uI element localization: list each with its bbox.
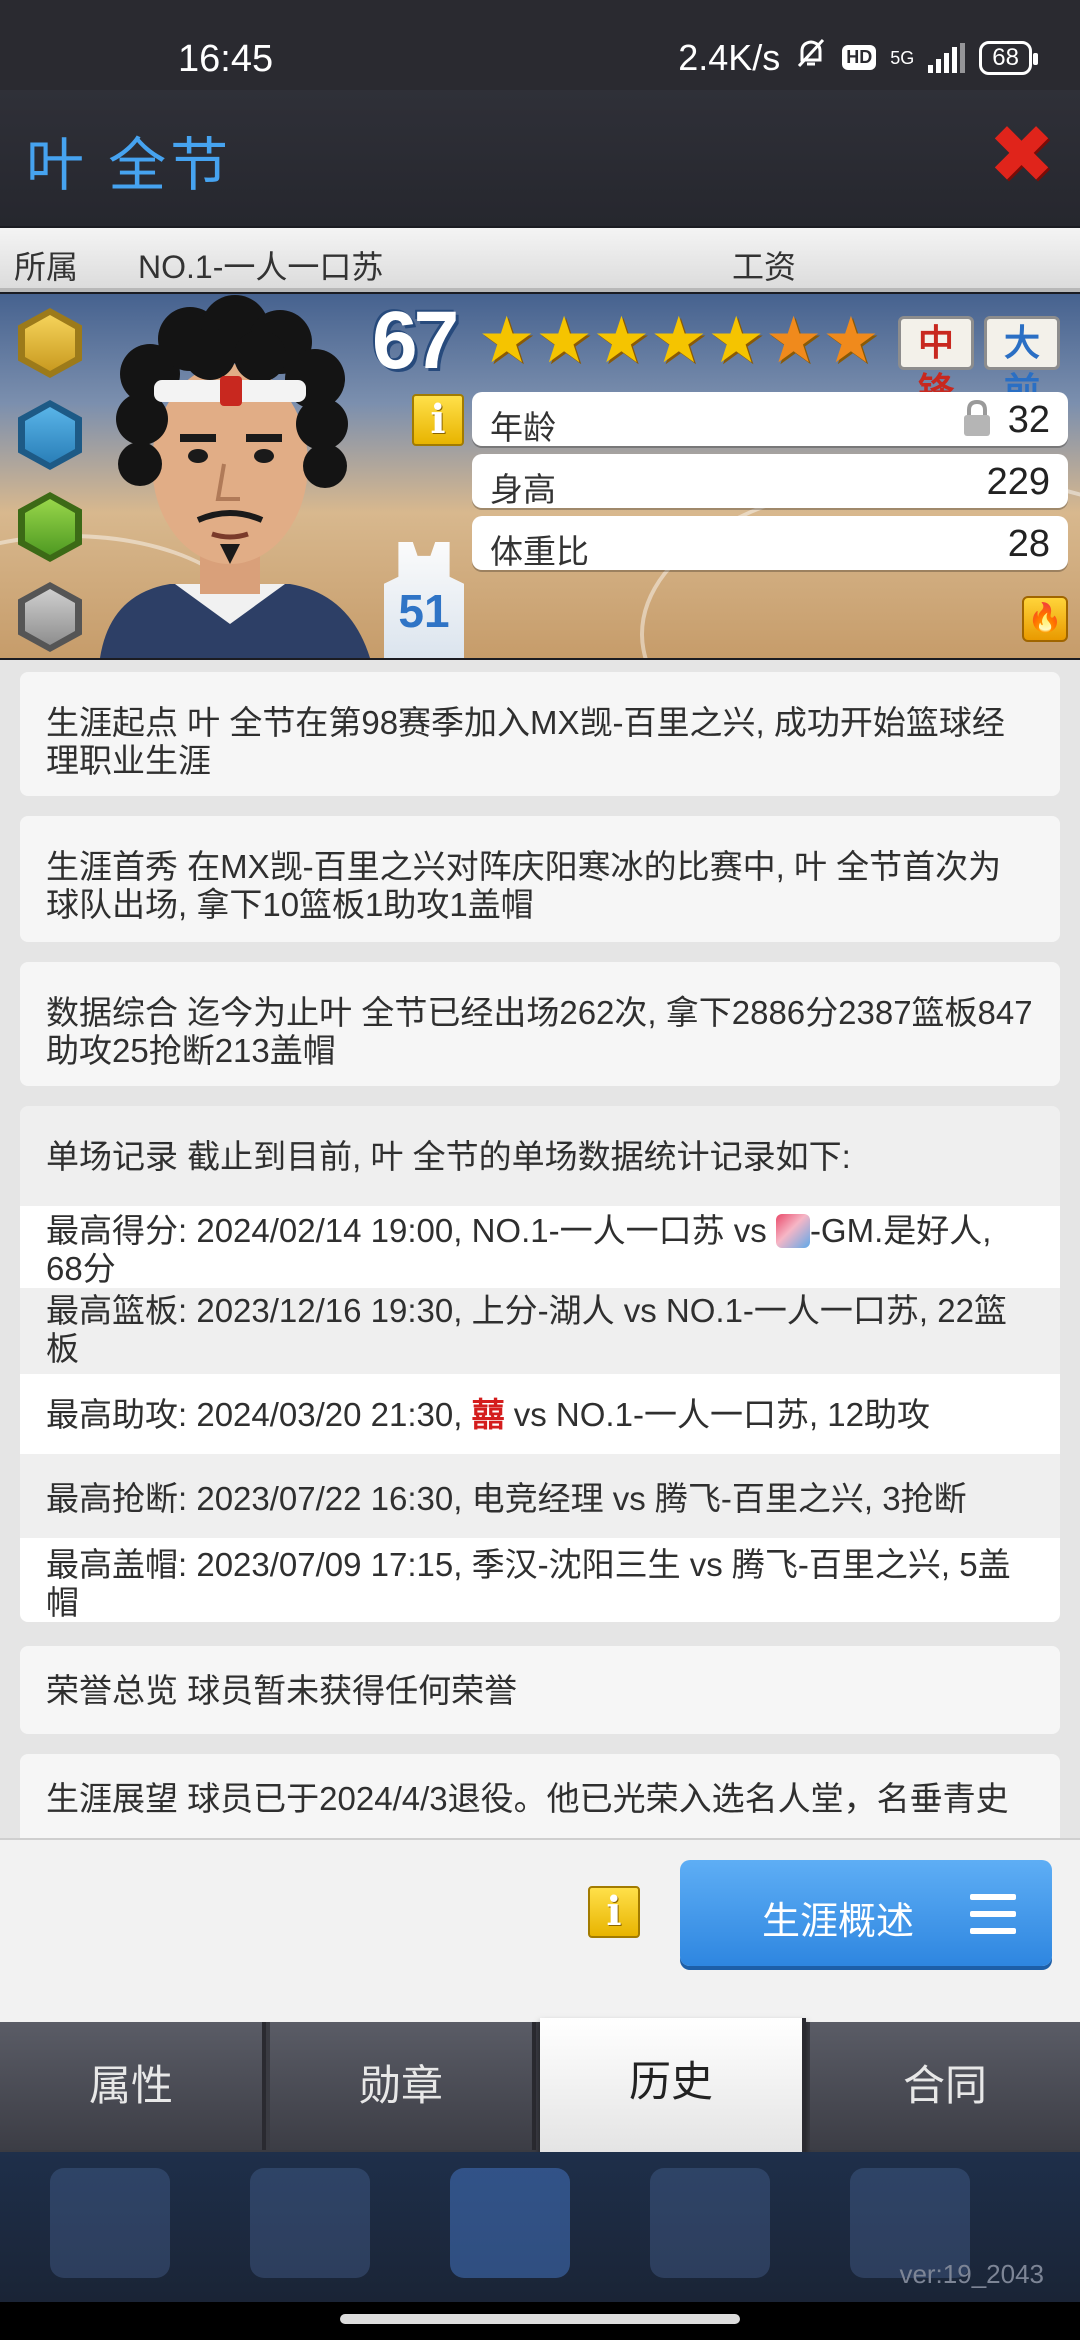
close-button[interactable]: ✖ [988, 115, 1055, 195]
star-rating: ★ ★ ★ ★ ★ ★ ★ [478, 308, 880, 372]
record-row-points: 最高得分: 2024/02/14 19:00, NO.1-一人一口苏 vs -G… [20, 1206, 1060, 1288]
stat-row-height: 身高 229 [472, 454, 1068, 508]
honors-text: 荣誉总览 球员暂未获得任何荣誉 [46, 1672, 518, 1709]
record-rebounds-text: 最高篮板: 2023/12/16 19:30, 上分-湖人 vs NO.1-一人… [46, 1292, 1007, 1367]
career-summary-box: 数据综合 迄今为止叶 全节已经出场262次, 拿下2886分2387篮板847助… [20, 962, 1060, 1086]
title-bar: 叶 全节 ✖ [0, 90, 1080, 226]
player-avatar [100, 295, 370, 658]
affiliation-row: 所属 NO.1-一人一口苏 工资 [0, 228, 1080, 292]
record-assists-text: 最高助攻: 2024/03/20 21:30, [46, 1396, 472, 1433]
career-overview-label: 生涯概述 [762, 1901, 915, 1943]
star-icon: ★ [707, 304, 765, 376]
bottom-dock: ver:19_2043 [0, 2152, 1080, 2302]
dock-team-icon[interactable] [650, 2168, 770, 2278]
dock-currency-icon[interactable] [250, 2168, 370, 2278]
mute-bell-icon [794, 36, 828, 79]
tab-history[interactable]: 历史 [540, 2018, 806, 2152]
info-button[interactable]: i [588, 1886, 640, 1938]
salary-label: 工资 [732, 249, 797, 285]
action-panel: i 生涯概述 [0, 1838, 1080, 2022]
signal-icon [928, 42, 966, 73]
records-intro-text: 单场记录 截止到目前, 叶 全节的单场数据统计记录如下: [46, 1138, 851, 1175]
stat-value: 229 [986, 461, 1050, 503]
stat-label: 体重比 [490, 533, 589, 570]
record-blocks-text: 最高盖帽: 2023/07/09 17:15, 季汉-沈阳三生 vs 腾飞-百里… [46, 1546, 1011, 1621]
career-start-text: 生涯起点 叶 全节在第98赛季加入MX觊-百里之兴, 成功开始篮球经理职业生涯 [46, 704, 1005, 779]
player-info-button[interactable]: i [412, 394, 464, 446]
affiliation-label: 所属 [14, 249, 79, 285]
player-name: 叶 全节 [26, 133, 233, 198]
status-icons: 2.4K/s HD 5G 68 [678, 36, 1038, 79]
career-start-box: 生涯起点 叶 全节在第98赛季加入MX觊-百里之兴, 成功开始篮球经理职业生涯 [20, 672, 1060, 796]
star-icon: ★ [764, 304, 823, 376]
player-gold-badge-icon[interactable] [18, 308, 82, 378]
system-nav-bar [0, 2302, 1080, 2340]
record-steals-text: 最高抢断: 2023/07/22 16:30, 电竞经理 vs 腾飞-百里之兴,… [46, 1480, 967, 1517]
star-icon: ★ [650, 304, 708, 376]
record-row-blocks: 最高盖帽: 2023/07/09 17:15, 季汉-沈阳三生 vs 腾飞-百里… [20, 1538, 1060, 1622]
stat-label: 年龄 [490, 409, 556, 446]
stat-label: 身高 [490, 471, 556, 508]
star-icon: ★ [822, 304, 880, 376]
stat-row-weight-ratio: 体重比 28 [472, 516, 1068, 570]
battery-icon: 68 [979, 40, 1038, 75]
career-debut-text: 生涯首秀 在MX觊-百里之兴对阵庆阳寒冰的比赛中, 叶 全节首次为球队出场, 拿… [46, 848, 1002, 923]
player-card: 67 ★ ★ ★ ★ ★ ★ ★ 中锋 大前 i 年龄 32 身高 229 体重… [0, 294, 1080, 658]
status-bar: 16:45 2.4K/s HD 5G 68 [0, 0, 1080, 90]
version-label: ver:19_2043 [899, 2259, 1044, 2289]
outlook-box: 生涯展望 球员已于2024/4/3退役。他已光荣入选名人堂，名垂青史 [20, 1754, 1060, 1838]
tab-attributes[interactable]: 属性 [0, 2022, 266, 2150]
net-speed: 2.4K/s [678, 36, 781, 78]
status-time: 16:45 [178, 38, 274, 80]
stat-value: 28 [1007, 523, 1050, 565]
team-logo-icon [775, 1214, 810, 1248]
lock-icon [964, 399, 990, 436]
dock-star-icon[interactable] [50, 2168, 170, 2278]
history-content[interactable]: 生涯起点 叶 全节在第98赛季加入MX觊-百里之兴, 成功开始篮球经理职业生涯 … [0, 660, 1080, 1838]
home-indicator[interactable] [340, 2314, 740, 2324]
tab-bar: 属性 勋章 历史 合同 [0, 2018, 1080, 2152]
team-name: NO.1-一人一口苏 [138, 249, 384, 285]
star-icon: ★ [478, 304, 536, 376]
career-overview-button[interactable]: 生涯概述 [680, 1860, 1052, 1966]
player-blue-badge-icon[interactable] [18, 400, 82, 470]
record-points-text: 最高得分: 2024/02/14 19:00, NO.1-一人一口苏 vs [46, 1212, 776, 1249]
career-summary-text: 数据综合 迄今为止叶 全节已经出场262次, 拿下2886分2387篮板847助… [46, 994, 1033, 1069]
star-icon: ★ [592, 304, 651, 376]
jersey-number: 51 [384, 542, 464, 658]
network-type: 5G [890, 47, 915, 68]
hd-icon: HD [842, 45, 877, 70]
position-tag-power-forward: 大前 [984, 316, 1060, 411]
tab-contract[interactable]: 合同 [810, 2022, 1080, 2150]
record-row-assists: 最高助攻: 2024/03/20 21:30, 囍 vs NO.1-一人一口苏,… [20, 1374, 1060, 1454]
star-icon: ★ [535, 304, 593, 376]
career-debut-box: 生涯首秀 在MX觊-百里之兴对阵庆阳寒冰的比赛中, 叶 全节首次为球队出场, 拿… [20, 816, 1060, 942]
tab-medals[interactable]: 勋章 [270, 2022, 536, 2150]
fire-icon[interactable]: 🔥 [1022, 596, 1068, 642]
stat-value: 32 [1007, 399, 1050, 441]
menu-icon [970, 1894, 1016, 1945]
overall-rating: 67 [372, 295, 459, 386]
honors-box: 荣誉总览 球员暂未获得任何荣誉 [20, 1646, 1060, 1734]
dock-basketball-icon[interactable] [450, 2168, 570, 2278]
record-assists-text-end: vs NO.1-一人一口苏, 12助攻 [504, 1396, 930, 1433]
outlook-text: 生涯展望 球员已于2024/4/3退役。他已光荣入选名人堂，名垂青史 [46, 1780, 1009, 1817]
record-row-rebounds: 最高篮板: 2023/12/16 19:30, 上分-湖人 vs NO.1-一人… [20, 1288, 1060, 1372]
position-tag-center: 中锋 [898, 316, 974, 411]
stat-row-age: 年龄 32 [472, 392, 1068, 446]
team-name-red: 囍 [471, 1396, 505, 1433]
record-row-steals: 最高抢断: 2023/07/22 16:30, 电竞经理 vs 腾飞-百里之兴,… [20, 1456, 1060, 1538]
